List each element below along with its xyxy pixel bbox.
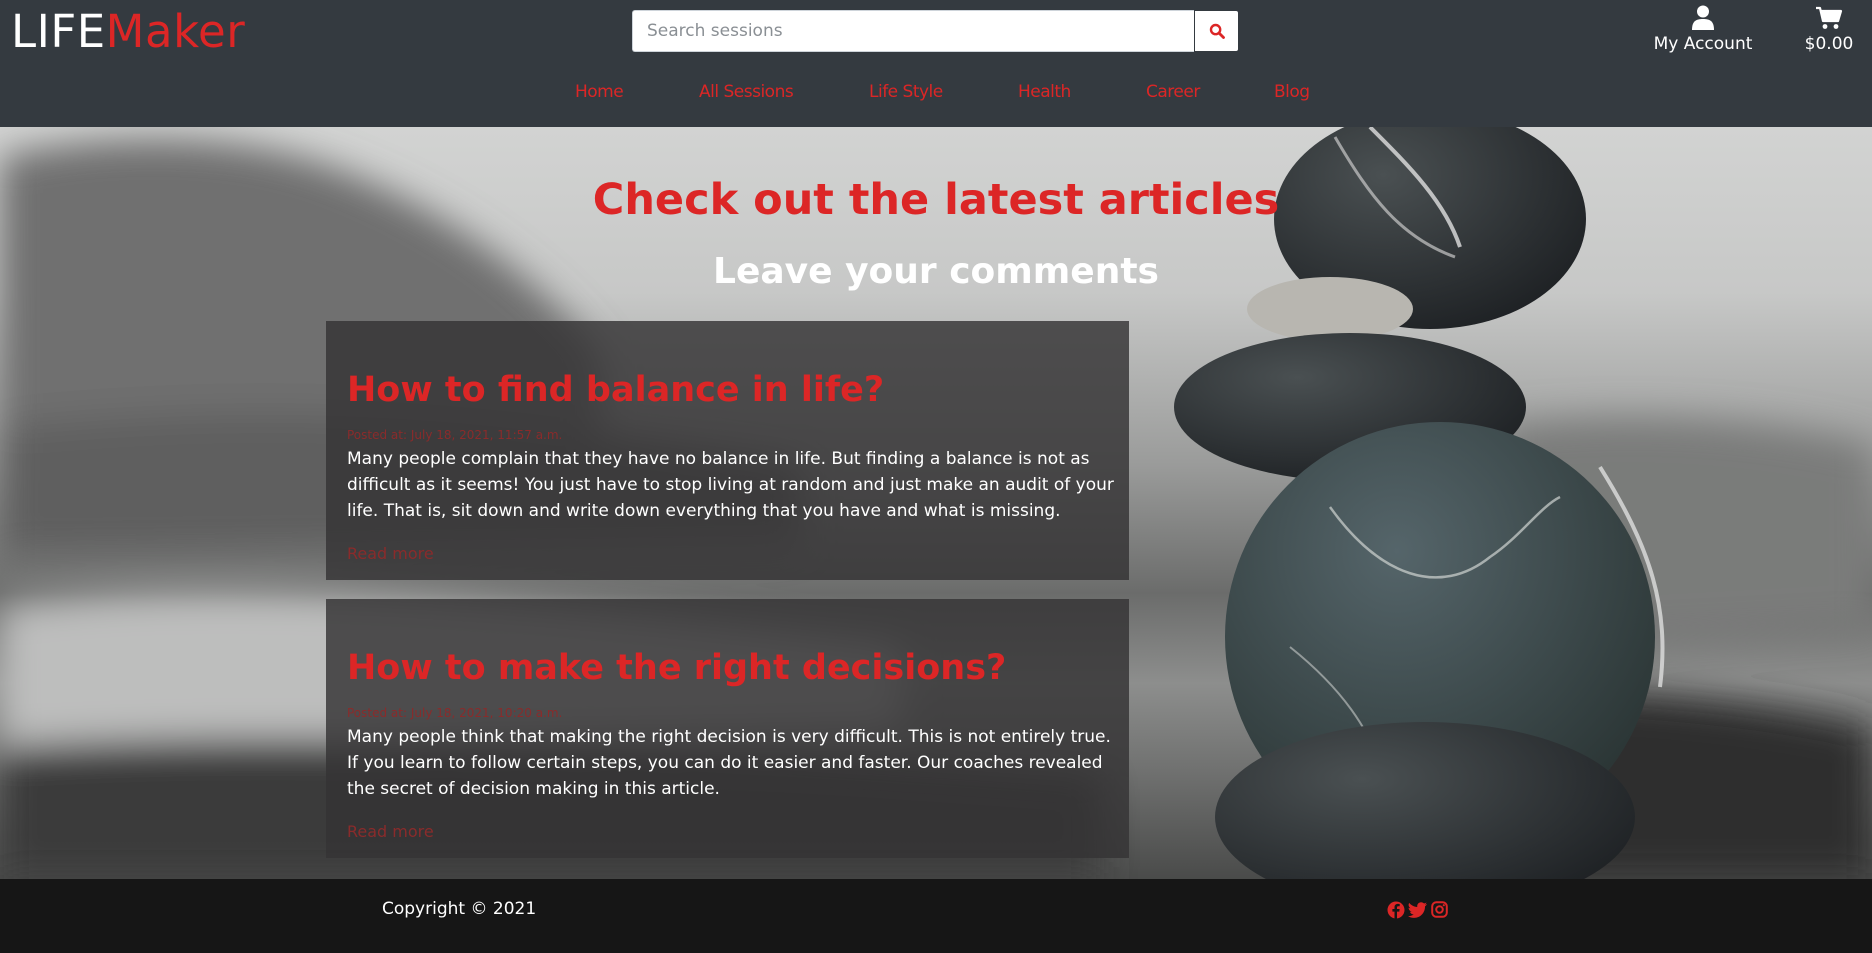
article-card: How to find balance in life? Posted at: … — [326, 321, 1129, 580]
search-input[interactable] — [632, 10, 1194, 52]
article-title[interactable]: How to make the right decisions? — [347, 644, 1006, 692]
site-footer: Copyright © 2021 — [0, 879, 1872, 953]
article-title[interactable]: How to find balance in life? — [347, 366, 884, 414]
logo-text-life: LIFE — [11, 5, 106, 58]
article-excerpt: Many people complain that they have no b… — [347, 449, 1114, 521]
page-subtitle: Leave your comments — [713, 251, 1159, 292]
cart-link[interactable]: $0.00 — [1796, 2, 1862, 58]
page-title: Check out the latest articles — [592, 175, 1280, 225]
cart-total: $0.00 — [1804, 34, 1854, 54]
article-card: How to make the right decisions? Posted … — [326, 599, 1129, 858]
read-more-link[interactable]: Read more — [347, 543, 434, 565]
search-form — [632, 10, 1239, 52]
instagram-icon[interactable] — [1430, 900, 1449, 919]
facebook-icon[interactable] — [1386, 900, 1405, 919]
nav-item-home[interactable]: Home — [575, 82, 624, 102]
article-date: Posted at: July 18, 2021, 10:20 a.m. — [347, 706, 563, 720]
articles-hero: Check out the latest articles Leave your… — [0, 127, 1872, 879]
nav-item-life-style[interactable]: Life Style — [869, 82, 943, 102]
read-more-link[interactable]: Read more — [347, 821, 434, 843]
shopping-cart-icon — [1816, 6, 1843, 29]
logo-text-maker: Maker — [105, 5, 246, 58]
nav-item-all-sessions[interactable]: All Sessions — [699, 82, 794, 102]
my-account-label: My Account — [1653, 34, 1753, 54]
nav-item-career[interactable]: Career — [1146, 82, 1200, 102]
article-date: Posted at: July 18, 2021, 11:57 a.m. — [347, 428, 563, 442]
search-icon — [1209, 23, 1225, 39]
article-excerpt: Many people think that making the right … — [347, 727, 1111, 799]
twitter-icon[interactable] — [1408, 900, 1427, 919]
copyright-text: Copyright © 2021 — [382, 899, 537, 919]
nav-item-blog[interactable]: Blog — [1274, 82, 1310, 102]
my-account-link[interactable]: My Account — [1647, 2, 1759, 58]
user-icon — [1692, 5, 1714, 30]
social-links — [1386, 900, 1449, 919]
nav-item-health[interactable]: Health — [1018, 82, 1071, 102]
search-button[interactable] — [1194, 10, 1239, 52]
site-header: LIFEMaker My Account $ — [0, 0, 1872, 127]
site-logo[interactable]: LIFEMaker — [11, 4, 245, 59]
